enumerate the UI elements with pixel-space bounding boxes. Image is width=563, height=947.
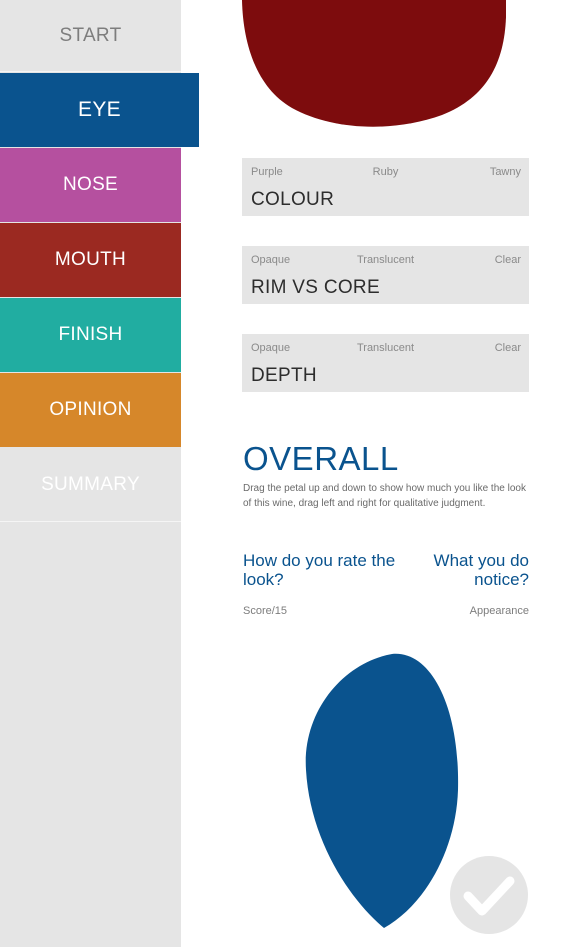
colour-title: COLOUR <box>251 189 335 210</box>
rim-scale-mid: Translucent <box>356 254 415 266</box>
depth-scale-mid: Translucent <box>356 342 415 354</box>
wine-colour-swatch <box>242 0 506 127</box>
rim-vs-core-title: RIM VS CORE <box>251 277 380 298</box>
appearance-axis-label: Appearance <box>469 605 529 617</box>
colour-card[interactable]: Purple Ruby Tawny COLOUR <box>242 158 529 216</box>
sidebar-nav: START EYE NOSE MOUTH FINISH OPINION SUMM… <box>0 0 199 947</box>
depth-title: DEPTH <box>251 365 317 386</box>
colour-scale-right: Tawny <box>489 166 521 178</box>
depth-card[interactable]: Opaque Translucent Clear DEPTH <box>242 334 529 392</box>
nav-item-nose[interactable]: NOSE <box>0 148 181 222</box>
overall-heading: OVERALL <box>243 440 399 477</box>
nav-item-mouth[interactable]: MOUTH <box>0 223 181 297</box>
nav-item-finish[interactable]: FINISH <box>0 298 181 372</box>
score-axis-label: Score/15 <box>243 605 288 617</box>
rim-vs-core-card[interactable]: Opaque Translucent Clear RIM VS CORE <box>242 246 529 304</box>
nav-item-summary[interactable]: SUMMARY <box>0 448 181 522</box>
overall-description: Drag the petal up and down to show how m… <box>243 483 526 509</box>
checkmark-icon[interactable] <box>449 855 529 935</box>
rim-scale-right: Clear <box>494 254 521 266</box>
nav-item-start[interactable]: START <box>0 0 181 72</box>
rating-petal[interactable] <box>300 650 465 932</box>
nav-item-opinion[interactable]: OPINION <box>0 373 181 447</box>
depth-scale-right: Clear <box>494 342 521 354</box>
rate-look-question: How do you rate the look? <box>243 551 396 589</box>
notice-question: What you do notice? <box>433 551 529 589</box>
nav-item-eye[interactable]: EYE <box>0 73 199 147</box>
colour-scale-mid: Ruby <box>372 166 399 178</box>
